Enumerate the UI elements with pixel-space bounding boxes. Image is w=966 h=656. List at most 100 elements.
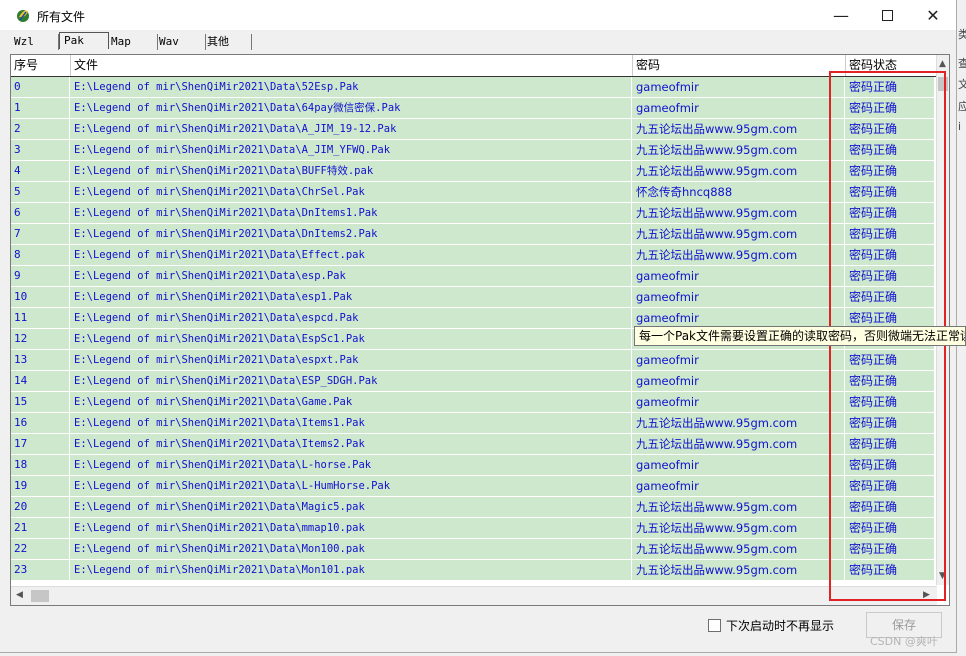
row-password: gameofmir [633,98,845,118]
horizontal-scrollbar[interactable]: ◀ ▶ [11,586,937,605]
side-text-4: 应 [958,100,966,113]
row-index: 8 [11,245,70,265]
row-index: 7 [11,224,70,244]
row-file-path: E:\Legend of mir\ShenQiMir2021\Data\Item… [71,434,632,454]
row-index: 18 [11,455,70,475]
row-file-path: E:\Legend of mir\ShenQiMir2021\Data\ChrS… [71,182,632,202]
table-row[interactable]: 22 E:\Legend of mir\ShenQiMir2021\Data\Mo… [11,539,935,560]
row-file-path: E:\Legend of mir\ShenQiMir2021\Data\Item… [71,413,632,433]
side-text-5: i [958,120,962,133]
table-row[interactable]: 23 E:\Legend of mir\ShenQiMir2021\Data\Mo… [11,560,935,581]
row-password: 九五论坛出品www.95gm.com [633,539,845,559]
table-row[interactable]: 8 E:\Legend of mir\ShenQiMir2021\Data\Eff… [11,245,935,266]
row-file-path: E:\Legend of mir\ShenQiMir2021\Data\BUFF… [71,161,632,181]
close-icon: ✕ [926,5,940,25]
row-password: 九五论坛出品www.95gm.com [633,161,845,181]
table-row[interactable]: 10 E:\Legend of mir\ShenQiMir2021\Data\es… [11,287,935,308]
row-index: 21 [11,518,70,538]
table-row[interactable]: 5 E:\Legend of mir\ShenQiMir2021\Data\Chr… [11,182,935,203]
table-row[interactable]: 16 E:\Legend of mir\ShenQiMir2021\Data\It… [11,413,935,434]
row-index: 22 [11,539,70,559]
row-password: gameofmir [633,392,845,412]
row-file-path: E:\Legend of mir\ShenQiMir2021\Data\64pa… [71,98,632,118]
row-index: 4 [11,161,70,181]
table-row[interactable]: 17 E:\Legend of mir\ShenQiMir2021\Data\It… [11,434,935,455]
row-file-path: E:\Legend of mir\ShenQiMir2021\Data\A_JI… [71,119,632,139]
side-text-3: 文 [958,78,966,91]
row-file-path: E:\Legend of mir\ShenQiMir2021\Data\mmap… [71,518,632,538]
row-index: 12 [11,329,70,349]
row-file-path: E:\Legend of mir\ShenQiMir2021\Data\Game… [71,392,632,412]
side-text-1: 类 [958,28,966,41]
scroll-left-icon[interactable]: ◀ [16,590,23,600]
table-row[interactable]: 0 E:\Legend of mir\ShenQiMir2021\Data\52E… [11,77,935,98]
row-file-path: E:\Legend of mir\ShenQiMir2021\Data\esp.… [71,266,632,286]
row-password: gameofmir [633,476,845,496]
row-file-path: E:\Legend of mir\ShenQiMir2021\Data\L-Hu… [71,476,632,496]
row-password: gameofmir [633,77,845,97]
table-row[interactable]: 15 E:\Legend of mir\ShenQiMir2021\Data\Ga… [11,392,935,413]
tab-wzl[interactable]: Wzl [10,34,59,50]
row-file-path: E:\Legend of mir\ShenQiMir2021\Data\espx… [71,350,632,370]
table-row[interactable]: 19 E:\Legend of mir\ShenQiMir2021\Data\L-… [11,476,935,497]
row-password: 九五论坛出品www.95gm.com [633,434,845,454]
row-index: 16 [11,413,70,433]
table-row[interactable]: 3 E:\Legend of mir\ShenQiMir2021\Data\A_J… [11,140,935,161]
row-file-path: E:\Legend of mir\ShenQiMir2021\Data\EspS… [71,329,632,349]
row-index: 15 [11,392,70,412]
title-bar: 所有文件 — ✕ [0,0,956,30]
column-header-file[interactable]: 文件 [71,55,633,76]
row-password: 九五论坛出品www.95gm.com [633,203,845,223]
row-index: 11 [11,308,70,328]
row-password: 九五论坛出品www.95gm.com [633,497,845,517]
table-row[interactable]: 21 E:\Legend of mir\ShenQiMir2021\Data\mm… [11,518,935,539]
table-row[interactable]: 18 E:\Legend of mir\ShenQiMir2021\Data\L-… [11,455,935,476]
scroll-up-icon[interactable]: ▲ [939,59,946,69]
row-file-path: E:\Legend of mir\ShenQiMir2021\Data\Effe… [71,245,632,265]
row-password: gameofmir [633,287,845,307]
list-header: 序号 文件 密码 密码状态 [11,55,937,77]
row-password: 九五论坛出品www.95gm.com [633,119,845,139]
row-password: gameofmir [633,371,845,391]
row-index: 17 [11,434,70,454]
tab-map[interactable]: Map [107,34,158,50]
table-row[interactable]: 6 E:\Legend of mir\ShenQiMir2021\Data\DnI… [11,203,935,224]
row-index: 3 [11,140,70,160]
table-row[interactable]: 9 E:\Legend of mir\ShenQiMir2021\Data\esp… [11,266,935,287]
dont-show-again-checkbox[interactable] [708,619,721,632]
tooltip: 每一个Pak文件需要设置正确的读取密码，否则微端无法正常读 [634,326,966,346]
table-row[interactable]: 13 E:\Legend of mir\ShenQiMir2021\Data\es… [11,350,935,371]
minimize-button[interactable]: — [818,0,864,30]
column-header-index[interactable]: 序号 [11,55,71,76]
row-password: gameofmir [633,455,845,475]
row-file-path: E:\Legend of mir\ShenQiMir2021\Data\Mon1… [71,539,632,559]
row-file-path: E:\Legend of mir\ShenQiMir2021\Data\Mon1… [71,560,632,580]
table-row[interactable]: 2 E:\Legend of mir\ShenQiMir2021\Data\A_J… [11,119,935,140]
table-row[interactable]: 1 E:\Legend of mir\ShenQiMir2021\Data\64p… [11,98,935,119]
tab-other[interactable]: 其他 [203,34,252,50]
watermark: CSDN @爽叶 [870,635,938,648]
table-row[interactable]: 4 E:\Legend of mir\ShenQiMir2021\Data\BUF… [11,161,935,182]
table-row[interactable]: 20 E:\Legend of mir\ShenQiMir2021\Data\Ma… [11,497,935,518]
horizontal-scroll-thumb[interactable] [31,590,49,602]
row-password: 九五论坛出品www.95gm.com [633,245,845,265]
minimize-icon: — [833,5,849,25]
row-password: 九五论坛出品www.95gm.com [633,560,845,580]
close-button[interactable]: ✕ [910,0,956,30]
maximize-button[interactable] [864,0,910,30]
tab-wav[interactable]: Wav [155,34,206,50]
column-header-password[interactable]: 密码 [633,55,846,76]
row-password: gameofmir [633,308,845,328]
row-index: 2 [11,119,70,139]
row-index: 0 [11,77,70,97]
table-row[interactable]: 7 E:\Legend of mir\ShenQiMir2021\Data\DnI… [11,224,935,245]
table-row[interactable]: 14 E:\Legend of mir\ShenQiMir2021\Data\ES… [11,371,935,392]
row-file-path: E:\Legend of mir\ShenQiMir2021\Data\L-ho… [71,455,632,475]
row-file-path: E:\Legend of mir\ShenQiMir2021\Data\ESP_… [71,371,632,391]
side-text-2: 查 [958,57,966,70]
app-leaf-icon [17,10,29,22]
tab-pak[interactable]: Pak [59,32,109,49]
dont-show-again-label[interactable]: 下次启动时不再显示 [726,617,834,634]
row-file-path: E:\Legend of mir\ShenQiMir2021\Data\Magi… [71,497,632,517]
row-file-path: E:\Legend of mir\ShenQiMir2021\Data\DnIt… [71,224,632,244]
